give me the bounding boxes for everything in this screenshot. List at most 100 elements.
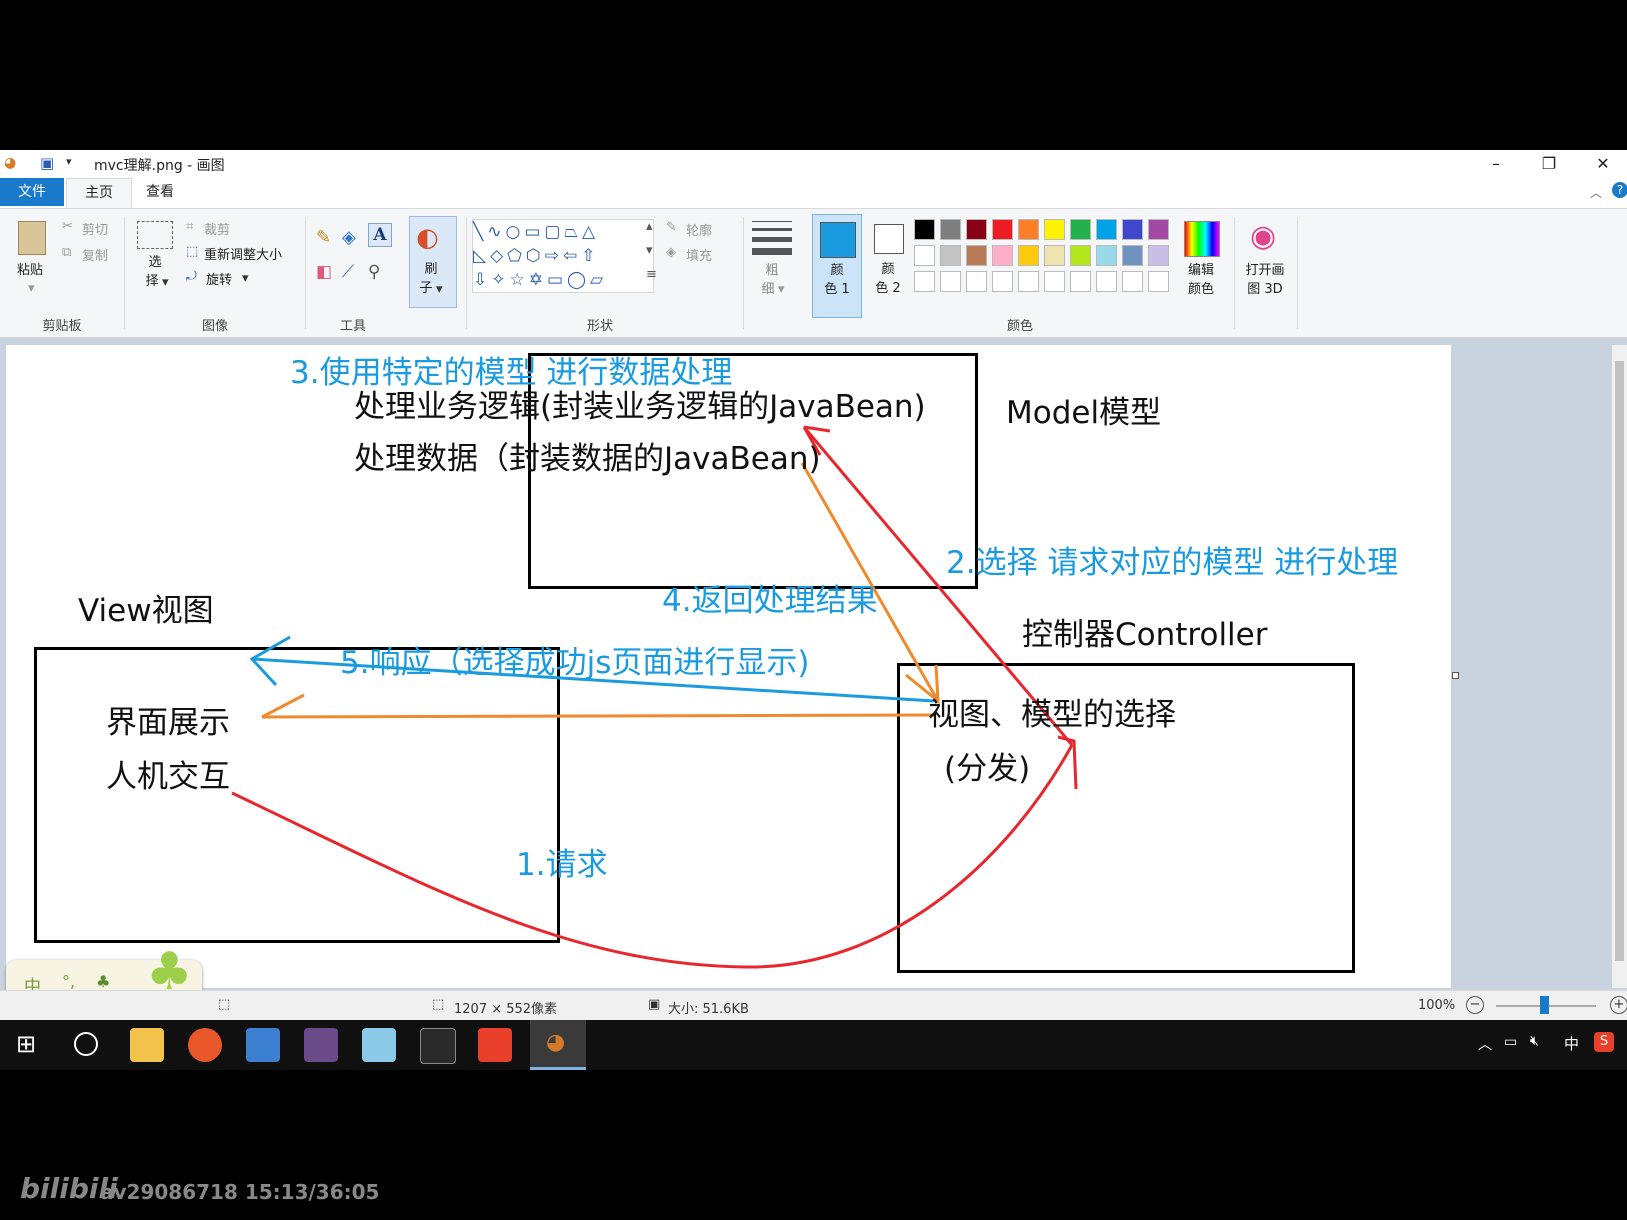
edit-colors-icon[interactable] xyxy=(1184,221,1220,257)
crop-button[interactable]: 裁剪 xyxy=(204,219,230,238)
palette-swatch[interactable] xyxy=(1096,245,1117,266)
paste-button[interactable] xyxy=(14,217,50,259)
firefox-icon[interactable] xyxy=(188,1028,222,1062)
close-button[interactable]: ✕ xyxy=(1580,150,1626,178)
palette-swatch[interactable] xyxy=(1148,271,1169,292)
fill-bucket-icon[interactable]: ◈ xyxy=(342,227,356,248)
restore-button[interactable]: ❐ xyxy=(1526,150,1572,178)
rotate-dropdown-icon[interactable]: ▾ xyxy=(242,271,249,286)
scrollbar-thumb[interactable] xyxy=(1615,361,1624,961)
canvas-resize-handle[interactable] xyxy=(1452,672,1459,679)
outline-button[interactable]: 轮廓 xyxy=(686,220,712,239)
select-icon[interactable] xyxy=(137,221,173,249)
palette-swatch[interactable] xyxy=(1096,219,1117,240)
fill-button[interactable]: 填充 xyxy=(686,245,712,264)
computer-icon[interactable] xyxy=(246,1028,280,1062)
select-label-top[interactable]: 选 xyxy=(140,253,170,272)
copy-button[interactable]: 复制 xyxy=(82,245,108,264)
size-button[interactable] xyxy=(752,221,792,255)
cut-button[interactable]: 剪切 xyxy=(82,219,108,238)
tray-ime-indicator[interactable]: 中 xyxy=(1564,1033,1579,1054)
palette-swatch[interactable] xyxy=(1148,245,1169,266)
palette-swatch[interactable] xyxy=(1148,219,1169,240)
palette-swatch[interactable] xyxy=(1122,245,1143,266)
palette-swatch[interactable] xyxy=(1044,245,1065,266)
help-icon[interactable]: ? xyxy=(1612,182,1627,198)
palette-swatch[interactable] xyxy=(1070,245,1091,266)
ime-skin-icon[interactable]: ♣ xyxy=(96,972,110,991)
palette-swatch[interactable] xyxy=(1096,271,1117,292)
brush-dropdown-icon[interactable]: ▾ xyxy=(436,282,443,297)
ime-punctuation-icon[interactable]: °, xyxy=(62,972,75,991)
palette-swatch[interactable] xyxy=(1070,271,1091,292)
palette-swatch[interactable] xyxy=(1044,271,1065,292)
palette-swatch[interactable] xyxy=(1018,245,1039,266)
cortana-icon[interactable] xyxy=(74,1032,98,1056)
paint3d-label-bottom[interactable]: 图 3D xyxy=(1236,280,1294,299)
select-dropdown-icon[interactable]: ▾ xyxy=(162,275,169,290)
palette-swatch[interactable] xyxy=(1122,219,1143,240)
pencil-icon[interactable]: ✎ xyxy=(316,227,331,248)
file-explorer-icon[interactable] xyxy=(130,1028,164,1062)
vertical-scrollbar[interactable] xyxy=(1612,345,1627,988)
save-icon[interactable]: ▣ xyxy=(40,154,54,172)
paint-app-icon[interactable]: ◕ xyxy=(4,155,16,171)
rotate-button[interactable]: 旋转 xyxy=(206,269,232,288)
shapes-row[interactable]: ◺◇⬠⬡⇨⇦⇧ xyxy=(473,244,653,268)
palette-swatch[interactable] xyxy=(992,245,1013,266)
shapes-scroll-down-icon[interactable]: ▾ xyxy=(646,243,653,258)
app-icon[interactable] xyxy=(362,1028,396,1062)
color1-button[interactable]: 颜 色 1 xyxy=(812,214,862,318)
palette-swatch[interactable] xyxy=(914,245,935,266)
zoom-in-icon[interactable]: + xyxy=(1610,996,1627,1014)
palette-swatch[interactable] xyxy=(966,271,987,292)
color2-button[interactable]: 颜 色 2 xyxy=(864,214,912,316)
size-dropdown-icon[interactable]: ▾ xyxy=(778,282,785,297)
palette-swatch[interactable] xyxy=(1018,219,1039,240)
shapes-row[interactable]: ╲∿○▭▢⏢△ xyxy=(473,220,653,244)
tab-view[interactable]: 查看 xyxy=(128,178,192,206)
palette-swatch[interactable] xyxy=(914,271,935,292)
volume-muted-icon[interactable]: 🔇︎ xyxy=(1530,1033,1539,1049)
paste-dropdown-icon[interactable]: ▾ xyxy=(28,281,35,296)
app-icon[interactable] xyxy=(304,1028,338,1062)
palette-swatch[interactable] xyxy=(966,245,987,266)
edit-colors-label-bottom[interactable]: 颜色 xyxy=(1176,280,1226,299)
quick-access-dropdown-icon[interactable]: ▾ xyxy=(66,155,72,168)
minimize-button[interactable]: – xyxy=(1473,150,1519,178)
palette-swatch[interactable] xyxy=(940,271,961,292)
color-picker-icon[interactable]: ⟋ xyxy=(342,262,354,282)
shapes-row[interactable]: ⇩✧☆✡▭◯▱ xyxy=(473,268,653,292)
battery-icon[interactable]: ▭ xyxy=(1504,1034,1517,1050)
shapes-scroll-up-icon[interactable]: ▴ xyxy=(646,219,653,234)
shapes-gallery[interactable]: ╲∿○▭▢⏢△ ◺◇⬠⬡⇨⇦⇧ ⇩✧☆✡▭◯▱ xyxy=(472,219,654,293)
palette-swatch[interactable] xyxy=(940,245,961,266)
eraser-icon[interactable]: ◧ xyxy=(316,262,332,282)
tab-file[interactable]: 文件 xyxy=(0,178,64,206)
tray-expand-icon[interactable]: ︿ xyxy=(1478,1034,1492,1054)
app-icon[interactable] xyxy=(478,1028,512,1062)
tab-home[interactable]: 主页 xyxy=(66,178,132,208)
magnifier-icon[interactable]: ⚲ xyxy=(368,262,380,282)
palette-swatch[interactable] xyxy=(966,219,987,240)
palette-swatch[interactable] xyxy=(992,219,1013,240)
paint-taskbar-button[interactable]: ◕ xyxy=(530,1020,586,1070)
palette-swatch[interactable] xyxy=(1122,271,1143,292)
zoom-slider-thumb[interactable] xyxy=(1540,996,1549,1014)
paint3d-label-top[interactable]: 打开画 xyxy=(1236,261,1294,280)
palette-swatch[interactable] xyxy=(992,271,1013,292)
palette-swatch[interactable] xyxy=(1018,271,1039,292)
palette-swatch[interactable] xyxy=(914,219,935,240)
palette-swatch[interactable] xyxy=(1070,219,1091,240)
edit-colors-label-top[interactable]: 编辑 xyxy=(1176,261,1226,280)
sogou-icon[interactable]: S xyxy=(1594,1032,1614,1052)
drawing-canvas[interactable]: 3.使用特定的模型 进行数据处理 处理业务逻辑(封装业务逻辑的JavaBean)… xyxy=(6,345,1451,988)
terminal-icon[interactable] xyxy=(420,1028,456,1064)
windows-start-icon[interactable]: ⊞ xyxy=(16,1030,36,1058)
paint3d-icon[interactable]: ◉ xyxy=(1250,219,1276,254)
collapse-ribbon-icon[interactable]: ︿ xyxy=(1590,184,1602,201)
shapes-more-icon[interactable]: ≡ xyxy=(646,267,657,282)
palette-swatch[interactable] xyxy=(1044,219,1065,240)
text-tool-icon[interactable]: A xyxy=(368,223,392,247)
zoom-out-icon[interactable]: − xyxy=(1466,996,1484,1014)
